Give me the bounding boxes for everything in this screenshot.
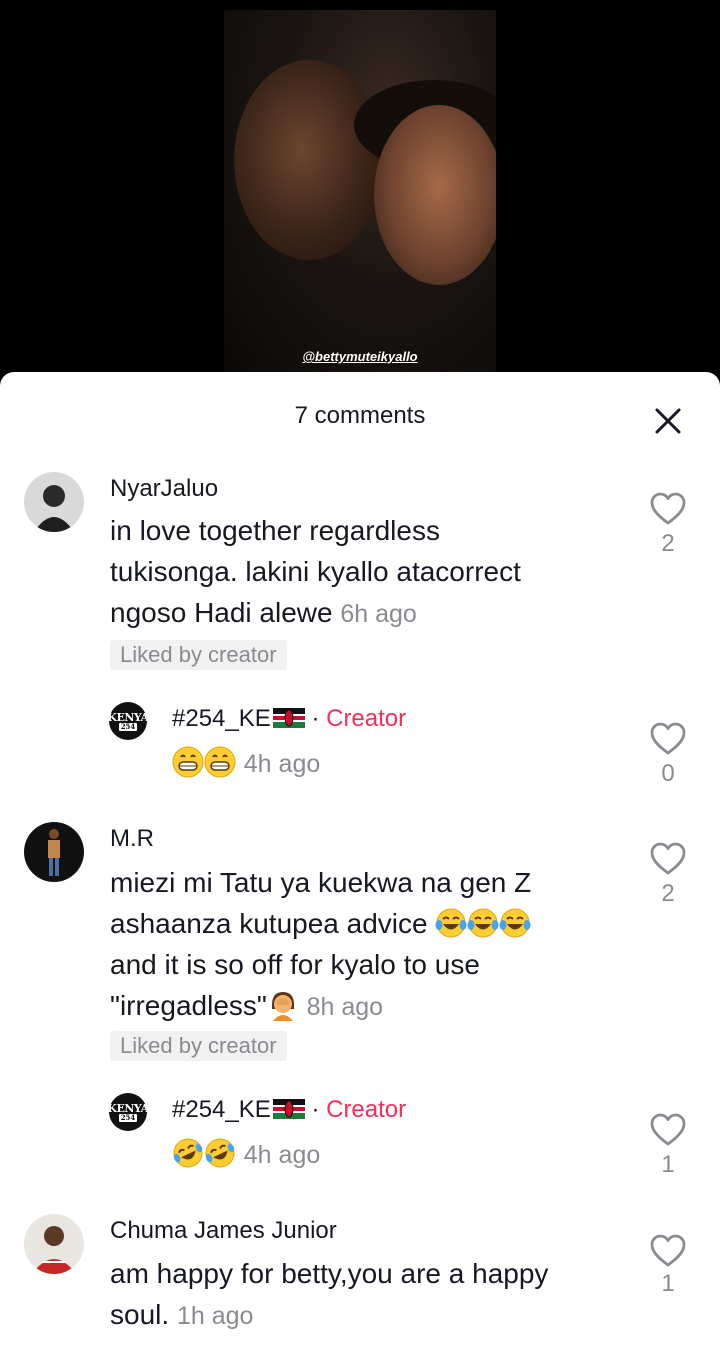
avatar[interactable]: KENYA 254 bbox=[109, 1093, 147, 1131]
like-count: 2 bbox=[661, 530, 675, 557]
tears-of-joy-icon bbox=[499, 907, 531, 939]
close-button[interactable] bbox=[652, 405, 684, 437]
close-icon bbox=[655, 408, 681, 434]
video-person-left bbox=[234, 60, 384, 260]
avatar[interactable] bbox=[24, 822, 84, 882]
video-watermark: @bettymuteikyallo bbox=[302, 349, 418, 364]
comment-time: 1h ago bbox=[176, 1302, 254, 1330]
comment-time: 8h ago bbox=[306, 993, 384, 1021]
like-button[interactable] bbox=[650, 1234, 686, 1268]
reply-text: 4h ago bbox=[172, 742, 320, 785]
reply-username[interactable]: #254_KE · Creator bbox=[172, 705, 406, 733]
comment-username[interactable]: M.R bbox=[110, 825, 154, 853]
like-count: 1 bbox=[661, 1151, 675, 1178]
creator-badge: Creator bbox=[326, 705, 407, 732]
reply-time: 4h ago bbox=[243, 750, 321, 778]
like-count: 0 bbox=[661, 760, 675, 787]
comment-username[interactable]: Chuma James Junior bbox=[110, 1217, 337, 1245]
creator-badge: Creator bbox=[326, 1096, 407, 1123]
comment-time: 6h ago bbox=[340, 600, 417, 628]
tears-of-joy-icon bbox=[435, 907, 467, 939]
comment-text: miezi mi Tatu ya kuekwa na gen Z ashaanz… bbox=[110, 867, 532, 1021]
like-count: 2 bbox=[661, 880, 675, 907]
person-facepalming-icon bbox=[267, 989, 299, 1021]
reply-username[interactable]: #254_KE · Creator bbox=[172, 1096, 406, 1124]
liked-by-creator-badge: Liked by creator bbox=[110, 1031, 287, 1061]
video-player[interactable]: @bettymuteikyallo bbox=[224, 10, 496, 372]
heart-icon bbox=[650, 1113, 686, 1146]
comments-sheet: 7 comments NyarJaluo in love together re… bbox=[0, 372, 720, 1354]
grin-face-icon bbox=[204, 746, 236, 778]
kenya-flag-icon bbox=[272, 1099, 305, 1119]
liked-by-creator-badge: Liked by creator bbox=[110, 640, 287, 670]
comment-text: am happy for betty,you are a happy soul.… bbox=[110, 1258, 549, 1330]
avatar[interactable]: KENYA 254 bbox=[109, 702, 147, 740]
comments-count-title: 7 comments bbox=[294, 402, 426, 429]
avatar[interactable] bbox=[24, 472, 84, 532]
like-button[interactable] bbox=[650, 842, 686, 876]
kenya-flag-icon bbox=[272, 708, 305, 728]
heart-icon bbox=[650, 492, 686, 525]
grin-face-icon bbox=[172, 746, 204, 778]
comment-text: in love together regardless tukisonga. l… bbox=[110, 515, 521, 628]
reply-time: 4h ago bbox=[243, 1141, 321, 1169]
heart-icon bbox=[650, 842, 686, 875]
reply-text: 4h ago bbox=[172, 1133, 320, 1176]
rofl-face-icon bbox=[172, 1137, 204, 1169]
rofl-face-icon bbox=[204, 1137, 236, 1169]
video-person-right bbox=[374, 105, 496, 285]
heart-icon bbox=[650, 1234, 686, 1267]
heart-icon bbox=[650, 722, 686, 755]
avatar[interactable] bbox=[24, 1214, 84, 1274]
like-button[interactable] bbox=[650, 492, 686, 526]
like-button[interactable] bbox=[650, 1113, 686, 1147]
like-count: 1 bbox=[661, 1270, 675, 1297]
like-button[interactable] bbox=[650, 722, 686, 756]
tears-of-joy-icon bbox=[467, 907, 499, 939]
comment-username[interactable]: NyarJaluo bbox=[110, 475, 218, 503]
